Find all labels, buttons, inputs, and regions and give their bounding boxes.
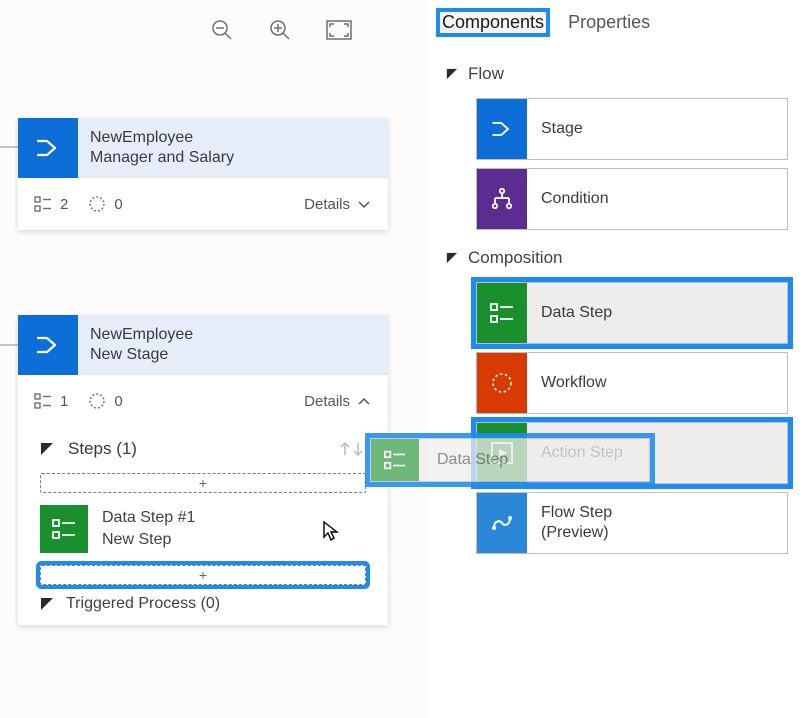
details-toggle[interactable]: Details: [304, 196, 372, 213]
zoom-toolbar: [210, 18, 352, 42]
triangle-collapse-icon: [40, 597, 54, 611]
triggered-section-header[interactable]: Triggered Process (0): [40, 595, 366, 613]
component-condition[interactable]: Condition: [476, 168, 788, 230]
stage-body: Steps (1) + Data Step #1: [18, 427, 388, 625]
condition-icon: [477, 169, 527, 229]
details-label: Details: [304, 196, 350, 213]
component-data-step[interactable]: Data Step: [476, 282, 788, 344]
triggers-count: 0: [88, 195, 122, 213]
stage-footer: 2 0 Details: [18, 178, 388, 230]
triggered-label: Triggered Process (0): [66, 595, 220, 613]
workflow-icon: [477, 353, 527, 413]
fit-to-screen-icon[interactable]: [326, 20, 352, 40]
component-flow-step[interactable]: Flow Step (Preview): [476, 492, 788, 554]
component-label: Flow Step: [541, 503, 612, 523]
flow-step-icon: [477, 493, 527, 553]
connector: [0, 146, 18, 148]
stage-icon: [18, 118, 78, 178]
stage-icon: [477, 99, 527, 159]
tab-properties[interactable]: Properties: [566, 12, 652, 33]
side-panel: Components Properties Flow Stage Cond: [428, 0, 806, 718]
steps-count-value: 2: [60, 196, 68, 213]
stage-card[interactable]: NewEmployee New Stage 1 0 Details: [18, 315, 388, 625]
triggers-count-value: 0: [114, 393, 122, 410]
tab-components[interactable]: Components: [440, 12, 546, 33]
steps-count-value: 1: [60, 393, 68, 410]
stage-title: NewEmployee: [90, 128, 234, 148]
stage-subtitle: Manager and Salary: [90, 148, 234, 168]
steps-count: 1: [34, 392, 68, 410]
drag-ghost-label: Data Step: [419, 451, 508, 469]
stage-icon: [18, 315, 78, 375]
component-label: Data Step: [541, 303, 612, 323]
chevron-up-icon: [356, 393, 372, 409]
triangle-collapse-icon: [446, 68, 458, 80]
data-step-icon: [477, 283, 527, 343]
canvas: NewEmployee Manager and Salary 2 0 Detai: [0, 0, 428, 718]
stage-subtitle: New Stage: [90, 345, 193, 365]
zoom-out-icon[interactable]: [210, 18, 234, 42]
component-workflow[interactable]: Workflow: [476, 352, 788, 414]
chevron-down-icon: [356, 196, 372, 212]
triangle-collapse-icon: [40, 442, 54, 456]
triggers-count-value: 0: [114, 196, 122, 213]
details-label: Details: [304, 393, 350, 410]
stage-titles: NewEmployee Manager and Salary: [78, 118, 246, 177]
section-composition[interactable]: Composition: [446, 248, 788, 268]
sort-arrows-icon[interactable]: [338, 439, 366, 459]
component-label: Workflow: [541, 373, 607, 393]
data-step-icon: [40, 505, 88, 553]
section-flow-label: Flow: [468, 64, 504, 84]
drag-ghost: Data Step: [370, 438, 650, 482]
steps-section-header[interactable]: Steps (1): [40, 439, 366, 459]
connector: [0, 344, 18, 346]
drop-slot[interactable]: +: [40, 473, 366, 493]
triggers-count: 0: [88, 392, 122, 410]
steps-label: Steps (1): [68, 439, 137, 459]
component-label: Stage: [541, 119, 583, 139]
stage-title: NewEmployee: [90, 325, 193, 345]
triangle-collapse-icon: [446, 252, 458, 264]
stage-header: NewEmployee Manager and Salary: [18, 118, 388, 178]
section-flow[interactable]: Flow: [446, 64, 788, 84]
component-label: Condition: [541, 189, 609, 209]
data-step-icon: [371, 439, 419, 481]
plus-label: +: [199, 475, 207, 491]
stage-card[interactable]: NewEmployee Manager and Salary 2 0 Detai: [18, 118, 388, 230]
step-row[interactable]: Data Step #1 New Step: [40, 497, 366, 561]
zoom-in-icon[interactable]: [268, 18, 292, 42]
step-title: Data Step #1: [102, 507, 195, 529]
plus-label: +: [199, 567, 207, 583]
component-sublabel: (Preview): [541, 523, 612, 543]
panel-tabs: Components Properties: [440, 12, 652, 33]
section-composition-label: Composition: [468, 248, 563, 268]
component-stage[interactable]: Stage: [476, 98, 788, 160]
details-toggle[interactable]: Details: [304, 393, 372, 410]
drop-slot[interactable]: +: [40, 565, 366, 585]
steps-count: 2: [34, 195, 68, 213]
step-subtitle: New Step: [102, 529, 195, 551]
